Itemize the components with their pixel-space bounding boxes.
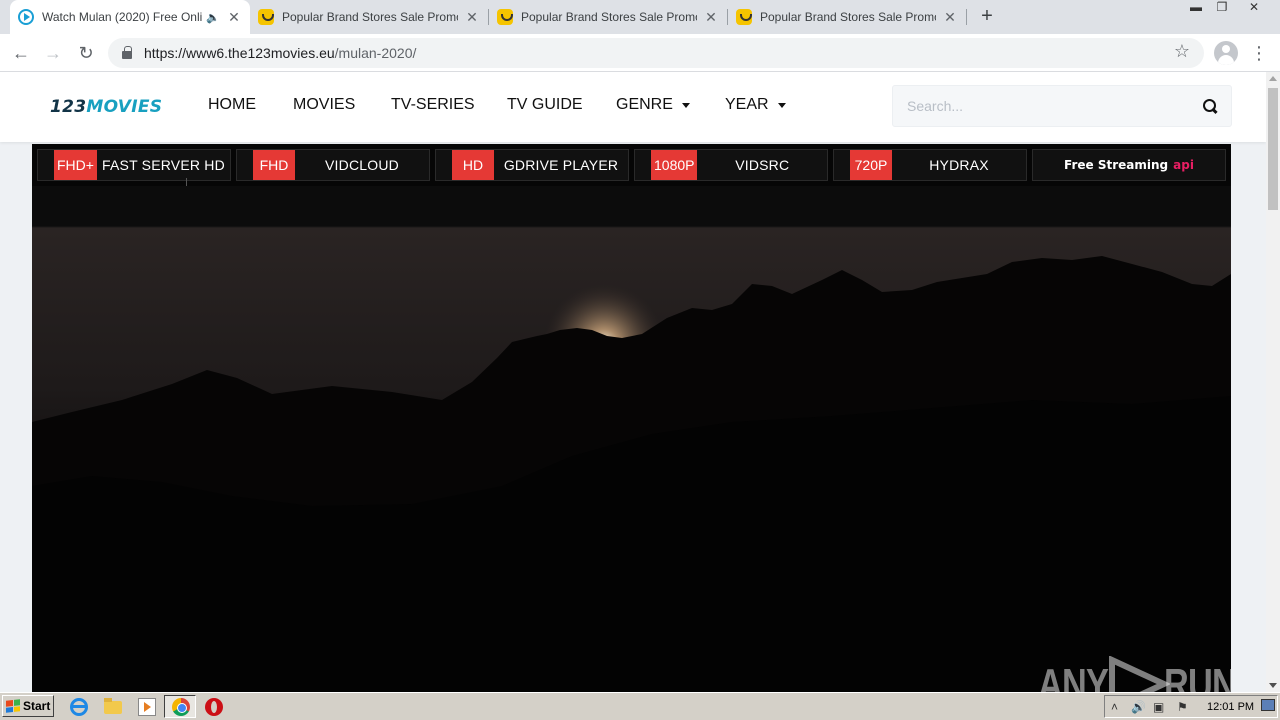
new-tab-icon[interactable]: +: [976, 5, 998, 27]
nav-tv-guide[interactable]: TV GUIDE: [507, 96, 583, 114]
clock[interactable]: 12:01 PM: [1207, 701, 1254, 713]
tab-watch-mulan[interactable]: Watch Mulan (2020) Free Online 🔈 ✕: [10, 0, 250, 34]
nav-year[interactable]: YEAR: [725, 96, 786, 114]
nav-home[interactable]: HOME: [208, 96, 256, 114]
file-explorer-icon[interactable]: [104, 698, 122, 714]
reload-icon[interactable]: ↻: [73, 40, 99, 66]
logo-word: MOVIES: [86, 97, 163, 117]
tab-brand-stores-3[interactable]: Popular Brand Stores Sale Promotion ✕: [728, 0, 966, 34]
watermark-play-icon: [1109, 656, 1170, 692]
video-frame[interactable]: ANY RUN: [32, 186, 1231, 692]
honey-icon: [258, 9, 274, 25]
close-tab-icon[interactable]: ✕: [464, 9, 480, 26]
start-button[interactable]: Start: [2, 695, 54, 717]
close-tab-icon[interactable]: ✕: [942, 9, 958, 26]
server-fast-server-hd[interactable]: FHD+ FAST SERVER HD: [37, 149, 231, 181]
tab-brand-stores-2[interactable]: Popular Brand Stores Sale Promotion ✕: [489, 0, 727, 34]
server-name: HYDRAX: [929, 157, 989, 173]
logo-number: 123: [50, 97, 87, 117]
quality-badge: HD: [452, 150, 494, 180]
server-name: GDRIVE PLAYER: [503, 157, 619, 173]
volume-icon[interactable]: 🔊: [1131, 700, 1146, 714]
browser-tab-strip: Watch Mulan (2020) Free Online 🔈 ✕ Popul…: [0, 0, 1280, 34]
browser-toolbar: ← → ↻ https://www6.the123movies.eu/mulan…: [0, 34, 1280, 72]
watermark-right: RUN: [1164, 660, 1231, 692]
address-bar[interactable]: https://www6.the123movies.eu/mulan-2020/…: [108, 38, 1204, 68]
nav-tv-series[interactable]: TV-SERIES: [391, 96, 475, 114]
server-name: FAST SERVER HD: [102, 157, 225, 173]
page-viewport: 123MOVIES HOME MOVIES TV-SERIES TV GUIDE…: [0, 72, 1266, 692]
site-header: 123MOVIES HOME MOVIES TV-SERIES TV GUIDE…: [0, 72, 1266, 142]
video-scene: [32, 256, 1231, 692]
media-player-icon[interactable]: [138, 698, 156, 716]
server-hydrax[interactable]: 720P HYDRAX: [833, 149, 1027, 181]
close-tab-icon[interactable]: ✕: [226, 9, 242, 26]
chrome-icon: [172, 698, 190, 716]
nav-movies[interactable]: MOVIES: [293, 96, 355, 114]
server-vidsrc[interactable]: 1080P VIDSRC: [634, 149, 828, 181]
nav-year-label: YEAR: [725, 96, 769, 113]
bookmark-star-icon[interactable]: ☆: [1174, 41, 1190, 62]
internet-explorer-icon[interactable]: [70, 698, 88, 716]
restore-window-icon[interactable]: ❐: [1208, 0, 1236, 20]
lock-icon[interactable]: [122, 46, 132, 59]
quality-badge: 1080P: [651, 150, 698, 180]
caret-down-icon: [681, 102, 690, 108]
caret-down-icon: [777, 102, 786, 108]
scroll-down-arrow-icon[interactable]: [1269, 683, 1277, 688]
search-icon[interactable]: [1203, 99, 1217, 113]
tab-brand-stores-1[interactable]: Popular Brand Stores Sale Promotion ✕: [250, 0, 488, 34]
tab-title: Popular Brand Stores Sale Promotion: [282, 10, 458, 24]
nav-genre[interactable]: GENRE: [616, 96, 690, 114]
honey-icon: [736, 9, 752, 25]
play-circle-icon: [18, 9, 34, 25]
server-name: VIDCLOUD: [325, 157, 399, 173]
windows-taskbar: Start ˄ 🔊 ▣ ⚑ 12:01 PM: [0, 692, 1280, 720]
tab-separator: [966, 9, 967, 25]
url-path: /mulan-2020/: [334, 45, 417, 61]
video-player: FHD+ FAST SERVER HD FHD VIDCLOUD HD GDRI…: [32, 144, 1231, 692]
back-arrow-icon[interactable]: ←: [8, 40, 34, 66]
close-window-icon[interactable]: ✕: [1240, 0, 1268, 20]
quality-badge: 720P: [850, 150, 892, 180]
nav-genre-label: GENRE: [616, 96, 673, 113]
page-scrollbar[interactable]: [1266, 72, 1280, 692]
chrome-taskbar-button[interactable]: [164, 695, 196, 718]
windows-logo-icon: [6, 699, 20, 713]
network-icon[interactable]: ▣: [1153, 700, 1164, 714]
server-vidcloud[interactable]: FHD VIDCLOUD: [236, 149, 430, 181]
quality-badge: FHD: [253, 150, 295, 180]
honey-icon: [497, 9, 513, 25]
close-tab-icon[interactable]: ✕: [703, 9, 719, 26]
scroll-up-arrow-icon[interactable]: [1269, 76, 1277, 81]
quality-badge: FHD+: [54, 150, 97, 180]
server-list: FHD+ FAST SERVER HD FHD VIDCLOUD HD GDRI…: [32, 144, 1231, 188]
search-box: [892, 85, 1232, 127]
tab-title: Popular Brand Stores Sale Promotion: [521, 10, 697, 24]
tab-title: Popular Brand Stores Sale Promotion: [760, 10, 936, 24]
browser-menu-icon[interactable]: ⋮: [1250, 40, 1268, 66]
server-gdrive-player[interactable]: HD GDRIVE PLAYER: [435, 149, 629, 181]
search-input[interactable]: [907, 98, 1203, 114]
server-name: VIDSRC: [735, 157, 790, 173]
action-center-flag-icon[interactable]: ⚑: [1177, 700, 1188, 714]
forward-arrow-icon[interactable]: →: [40, 40, 66, 66]
url-host: https://www6.the123movies.eu: [144, 45, 335, 61]
free-streaming-api-link[interactable]: Free Streaming api: [1032, 149, 1226, 181]
scroll-thumb[interactable]: [1268, 88, 1278, 210]
system-tray: ˄ 🔊 ▣ ⚑ 12:01 PM: [1104, 695, 1278, 718]
opera-icon[interactable]: [205, 698, 223, 716]
tray-expand-icon[interactable]: ˄: [1111, 700, 1118, 714]
profile-avatar-icon[interactable]: [1214, 41, 1238, 65]
speaker-icon[interactable]: 🔈: [206, 11, 220, 24]
api-link-text: Free Streaming: [1064, 158, 1169, 172]
start-label: Start: [23, 699, 51, 713]
site-logo[interactable]: 123MOVIES: [50, 97, 162, 117]
minimize-window-icon[interactable]: ▬: [1182, 0, 1210, 20]
watermark-left: ANY: [1038, 660, 1109, 692]
anyrun-watermark: ANY RUN: [1038, 652, 1231, 692]
show-desktop-icon[interactable]: [1261, 699, 1275, 711]
tab-title: Watch Mulan (2020) Free Online: [42, 10, 203, 24]
api-link-accent: api: [1173, 158, 1194, 172]
